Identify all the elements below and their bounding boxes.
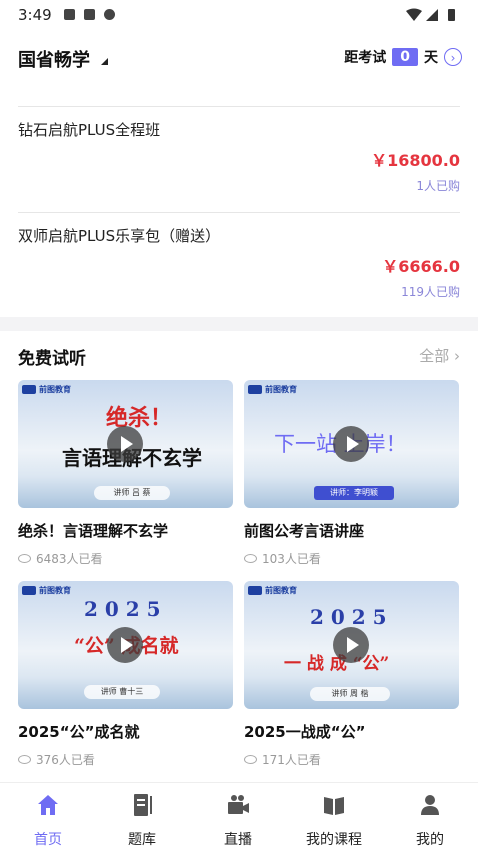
caret-down-icon[interactable]	[101, 58, 108, 65]
eye-icon	[18, 755, 31, 764]
video-views: 103人已看	[244, 550, 321, 567]
tab-label: 我的	[416, 832, 444, 848]
exam-countdown-unit: 天	[424, 50, 438, 66]
tab-label: 直播	[224, 832, 252, 848]
tab-label: 题库	[128, 832, 156, 848]
signal-battery-icon	[406, 8, 455, 21]
exam-countdown[interactable]: 距考试 0 天 ›	[344, 45, 462, 69]
profile-icon	[421, 795, 439, 815]
tab-question-bank[interactable]: 题库	[102, 793, 182, 849]
course-buyers: 1人已购	[416, 179, 460, 193]
tab-profile[interactable]: 我的	[390, 793, 470, 849]
android-notification-icon	[104, 9, 115, 20]
course-name: 双师启航PLUS乐享包（赠送）	[18, 227, 221, 245]
brand-logo: 前图教育	[248, 384, 297, 395]
course-item[interactable]: 双师启航PLUS乐享包（赠送） ￥6666.0 119人已购	[0, 225, 478, 325]
play-icon[interactable]	[333, 627, 369, 663]
course-name: 钻石启航PLUS全程班	[18, 121, 161, 139]
divider	[18, 212, 460, 213]
brand-logo: 前图教育	[248, 585, 297, 596]
app-notification-icon	[84, 9, 95, 20]
exam-countdown-label: 距考试	[344, 50, 387, 66]
brand-logo: 前图教育	[22, 384, 71, 395]
course-item[interactable]: 钻石启航PLUS全程班 ￥16800.0 1人已购	[0, 119, 478, 219]
video-thumbnail[interactable]: 前图教育 下一站 上岸！ 讲师：李明颖	[244, 380, 459, 508]
live-icon	[228, 795, 249, 814]
play-icon[interactable]	[333, 426, 369, 462]
thumbnail-text: 2 0 2 5	[310, 605, 387, 629]
question-bank-icon	[134, 794, 152, 816]
status-time: 3:49	[18, 6, 52, 24]
course-price: ￥16800.0	[371, 151, 460, 170]
gallery-notification-icon	[64, 9, 75, 20]
thumbnail-lecturer: 讲师 曹十三	[84, 685, 160, 699]
my-courses-icon	[324, 797, 344, 815]
section-gap	[0, 317, 478, 331]
tab-label: 我的课程	[306, 832, 362, 848]
video-thumbnail[interactable]: 前图教育 绝杀！ 言语理解不玄学 讲师 吕 蔡	[18, 380, 233, 508]
brand-logo: 前图教育	[22, 585, 71, 596]
course-buyers: 119人已购	[401, 285, 460, 299]
video-title: 2025一战成“公”	[244, 723, 366, 741]
tab-live[interactable]: 直播	[198, 793, 278, 849]
section-title: 免费试听	[18, 349, 86, 369]
video-title: 2025“公”成名就	[18, 723, 140, 741]
video-thumbnail[interactable]: 前图教育 2 0 2 5 “公” 成名就 讲师 曹十三	[18, 581, 233, 709]
tab-label: 首页	[34, 832, 62, 848]
course-price: ￥6666.0	[382, 257, 460, 276]
tab-my-courses[interactable]: 我的课程	[294, 793, 374, 849]
video-thumbnail[interactable]: 前图教育 2 0 2 5 一 战 成 “公” 讲师 周 楷	[244, 581, 459, 709]
header: 国省畅学 距考试 0 天 ›	[0, 40, 478, 80]
eye-icon	[244, 554, 257, 563]
thumbnail-lecturer: 讲师 周 楷	[310, 687, 390, 701]
divider	[18, 106, 460, 107]
brand-selector[interactable]: 国省畅学	[18, 46, 90, 72]
video-title: 绝杀！言语理解不玄学	[18, 522, 169, 540]
status-bar: 3:49	[0, 0, 478, 30]
tab-home[interactable]: 首页	[8, 793, 88, 849]
thumbnail-lecturer: 讲师：李明颖	[314, 486, 394, 500]
video-views: 6483人已看	[18, 550, 103, 567]
thumbnail-lecturer: 讲师 吕 蔡	[94, 486, 170, 500]
thumbnail-text: 2 0 2 5	[84, 597, 161, 621]
chevron-right-circle-icon[interactable]: ›	[444, 48, 462, 66]
video-views: 171人已看	[244, 751, 321, 768]
bottom-tab-bar: 首页 题库 直播 我的课程 我的	[0, 782, 478, 851]
exam-countdown-days: 0	[392, 48, 418, 66]
view-all-link[interactable]: 全部 ›	[419, 345, 460, 366]
video-title: 前图公考言语讲座	[244, 522, 365, 540]
chevron-right-icon: ›	[454, 347, 460, 365]
eye-icon	[18, 554, 31, 563]
video-views: 376人已看	[18, 751, 95, 768]
view-all-label: 全部	[419, 347, 450, 365]
eye-icon	[244, 755, 257, 764]
play-icon[interactable]	[107, 627, 143, 663]
play-icon[interactable]	[107, 426, 143, 462]
home-icon	[38, 795, 58, 815]
